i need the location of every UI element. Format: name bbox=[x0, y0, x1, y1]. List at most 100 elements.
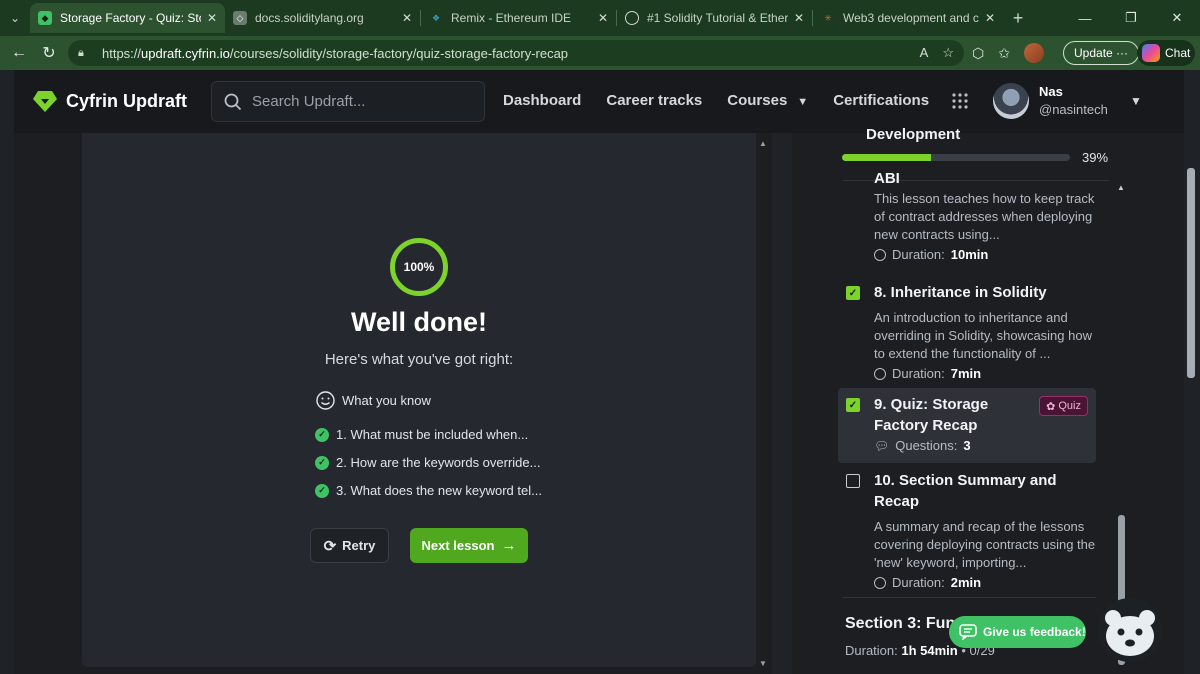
nav-dashboard[interactable]: Dashboard bbox=[503, 92, 581, 109]
cyfrin-logo-icon bbox=[33, 91, 57, 112]
close-tab-icon[interactable]: ✕ bbox=[794, 11, 804, 25]
scroll-up-arrow-icon[interactable]: ▲ bbox=[1117, 183, 1125, 192]
close-window-icon[interactable]: ✕ bbox=[1154, 0, 1200, 36]
lesson-item-inheritance[interactable]: ✓ 8. Inheritance in Solidity An introduc… bbox=[838, 282, 1096, 381]
remix-favicon-icon: ❖ bbox=[431, 12, 441, 23]
lesson-title: ABI bbox=[874, 170, 900, 187]
restore-icon[interactable]: ❐ bbox=[1108, 0, 1154, 36]
page-scrollbar[interactable] bbox=[1186, 133, 1196, 674]
sidebar-scrollbar[interactable]: ▲ bbox=[1116, 183, 1127, 669]
next-lesson-button[interactable]: Next lesson → bbox=[410, 528, 528, 563]
lesson-description: This lesson teaches how to keep track of… bbox=[874, 191, 1095, 242]
apps-grid-icon[interactable] bbox=[952, 93, 968, 109]
retry-arrows-icon: ⟳ bbox=[323, 537, 337, 555]
extensions-icon[interactable]: ⬡ bbox=[972, 45, 984, 62]
window-controls: — ❐ ✕ bbox=[1062, 0, 1200, 36]
new-tab-plus-icon[interactable]: + bbox=[1003, 8, 1033, 29]
sidebar-divider bbox=[842, 597, 1096, 598]
lesson-checkbox[interactable]: ✓ bbox=[846, 286, 860, 300]
brand-name: Cyfrin Updraft bbox=[66, 90, 187, 111]
user-menu[interactable]: Nas @nasintech bbox=[993, 83, 1108, 119]
search-input[interactable]: Search Updraft... bbox=[211, 81, 485, 122]
left-gutter bbox=[14, 133, 60, 674]
score-ring: 100% bbox=[390, 238, 448, 296]
close-tab-icon[interactable]: ✕ bbox=[207, 11, 217, 25]
main-nav: Dashboard Career tracks Courses ▼ Certifi… bbox=[503, 92, 929, 109]
next-section-title[interactable]: Section 3: Fun bbox=[845, 615, 955, 633]
copilot-chat-button[interactable]: Chat bbox=[1137, 40, 1195, 66]
refresh-icon[interactable]: ↻ bbox=[34, 43, 64, 63]
duration-label: Duration: bbox=[892, 366, 945, 381]
duration-value: 10min bbox=[950, 247, 989, 262]
tab-actions-chevron-icon[interactable]: ⌄ bbox=[0, 4, 30, 32]
chat-bubble-icon: 💬︎ bbox=[874, 438, 890, 453]
copilot-icon bbox=[1142, 44, 1160, 62]
tab-title: #1 Solidity Tutorial & Ethereum bbox=[647, 11, 788, 25]
close-tab-icon[interactable]: ✕ bbox=[402, 11, 412, 25]
nav-certifications[interactable]: Certifications bbox=[833, 92, 929, 109]
lesson-item-section-summary[interactable]: 10. Section Summary and Recap A summary … bbox=[838, 470, 1096, 590]
duration-label: Duration: bbox=[845, 643, 898, 658]
back-arrow-icon[interactable]: ← bbox=[4, 44, 34, 62]
retry-label: Retry bbox=[342, 538, 376, 553]
scroll-up-arrow-icon[interactable]: ▲ bbox=[759, 139, 767, 148]
clock-icon bbox=[874, 248, 886, 261]
lesson-item-abi[interactable]: ABI This lesson teaches how to keep trac… bbox=[838, 170, 1096, 275]
lesson-title: 8. Inheritance in Solidity bbox=[874, 284, 1047, 301]
tab-solidity-tutorial[interactable]: #1 Solidity Tutorial & Ethereum ✕ bbox=[617, 3, 812, 33]
user-chevron-down-icon[interactable]: ▼ bbox=[1130, 94, 1142, 108]
favorites-icon[interactable]: ✩ bbox=[998, 45, 1010, 62]
check-circle-icon: ✓ bbox=[315, 455, 329, 470]
lesson-title: 10. Section Summary and Recap bbox=[874, 472, 1057, 510]
profile-avatar[interactable] bbox=[1023, 43, 1044, 63]
url-field[interactable]: 🔒︎ https://updraft.cyfrin.io/courses/sol… bbox=[68, 40, 964, 66]
lesson-title: 9. Quiz: Storage Factory Recap bbox=[874, 396, 989, 434]
lesson-questions: 💬︎ Questions: 3 bbox=[874, 438, 1096, 453]
browser-tab-bar: ⌄ ◆ Storage Factory - Quiz: Storage ✕ ◇ … bbox=[0, 0, 1200, 36]
minimize-icon[interactable]: — bbox=[1062, 0, 1108, 36]
update-button[interactable]: Update ··· bbox=[1063, 41, 1140, 65]
page-viewport: Cyfrin Updraft Search Updraft... Dashboa… bbox=[0, 70, 1200, 674]
tab-web3-development[interactable]: ✳ Web3 development and conter ✕ bbox=[813, 3, 1003, 33]
lesson-item-quiz-selected[interactable]: ✓ 9. Quiz: Storage Factory Recap ✿ Quiz 💬… bbox=[838, 388, 1096, 463]
tab-solidity-docs[interactable]: ◇ docs.soliditylang.org ✕ bbox=[225, 3, 420, 33]
quiz-badge-label: Quiz bbox=[1058, 400, 1081, 412]
brand-logo[interactable]: Cyfrin Updraft bbox=[32, 88, 187, 114]
give-feedback-button[interactable]: Give us feedback! bbox=[949, 616, 1086, 648]
read-aloud-icon[interactable]: A bbox=[920, 45, 929, 61]
tab-storage-factory[interactable]: ◆ Storage Factory - Quiz: Storage ✕ bbox=[30, 3, 225, 33]
what-you-know-label: What you know bbox=[342, 393, 431, 408]
update-label: Update bbox=[1074, 46, 1113, 60]
correct-item: ✓ 3. What does the new keyword tel... bbox=[315, 483, 542, 498]
page-scroll-thumb[interactable] bbox=[1187, 168, 1195, 378]
result-heading: Well done! bbox=[350, 307, 487, 337]
favorite-star-icon[interactable]: ☆ bbox=[942, 45, 954, 61]
bear-face-icon bbox=[1105, 610, 1155, 656]
nav-courses[interactable]: Courses ▼ bbox=[727, 92, 808, 109]
lesson-checkbox[interactable]: ✓ bbox=[846, 398, 860, 412]
arrow-right-icon: → bbox=[501, 537, 517, 554]
scroll-down-arrow-icon[interactable]: ▼ bbox=[759, 659, 767, 668]
section-progress-bar bbox=[842, 154, 1070, 161]
nav-career-tracks[interactable]: Career tracks bbox=[606, 92, 702, 109]
feedback-label: Give us feedback! bbox=[983, 625, 1086, 639]
mascot-bear-icon[interactable] bbox=[1098, 598, 1162, 662]
url-host: updraft.cyfrin.io bbox=[141, 45, 230, 61]
browser-address-bar: ← ↻ 🔒︎ https://updraft.cyfrin.io/courses… bbox=[0, 36, 1200, 70]
cyfrin-favicon-icon: ◆ bbox=[38, 11, 52, 25]
clock-icon bbox=[874, 367, 886, 380]
what-you-know-header: What you know bbox=[316, 391, 431, 410]
user-avatar bbox=[993, 83, 1029, 119]
lesson-checkbox[interactable] bbox=[846, 474, 860, 488]
retry-button[interactable]: ⟳ Retry bbox=[310, 528, 389, 563]
smile-icon bbox=[316, 391, 335, 410]
url-path: /courses/solidity/storage-factory/quiz-s… bbox=[229, 45, 569, 61]
url-prefix: https:// bbox=[102, 45, 142, 61]
close-tab-icon[interactable]: ✕ bbox=[598, 11, 608, 25]
close-tab-icon[interactable]: ✕ bbox=[985, 11, 995, 25]
site-header: Cyfrin Updraft Search Updraft... Dashboa… bbox=[14, 70, 1184, 133]
user-handle: @nasintech bbox=[1039, 102, 1108, 117]
content-scrollbar[interactable]: ▲ ▼ bbox=[757, 133, 770, 674]
nav-courses-label: Courses bbox=[727, 92, 788, 109]
tab-remix[interactable]: ❖ Remix - Ethereum IDE ✕ bbox=[421, 3, 616, 33]
